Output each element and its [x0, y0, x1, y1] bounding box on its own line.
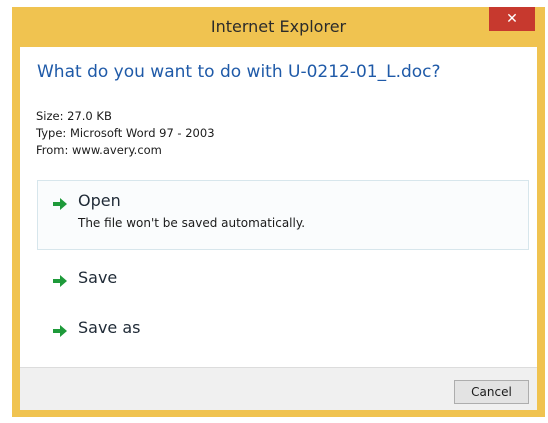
download-question: What do you want to do with U-0212-01_L.… [37, 62, 441, 82]
cancel-button[interactable]: Cancel [454, 380, 529, 404]
file-source: From: www.avery.com [36, 143, 162, 157]
open-option[interactable]: Open The file won't be saved automatical… [37, 180, 529, 250]
save-as-option-label: Save as [78, 318, 141, 337]
file-type: Type: Microsoft Word 97 - 2003 [36, 126, 215, 140]
dialog-footer: Cancel [20, 367, 537, 410]
save-option[interactable]: Save [37, 259, 529, 299]
dialog-body: What do you want to do with U-0212-01_L.… [20, 47, 537, 410]
green-arrow-right-icon [53, 275, 67, 287]
file-info: Size: 27.0 KB Type: Microsoft Word 97 - … [36, 108, 436, 159]
green-arrow-right-icon [53, 325, 67, 337]
title-bar[interactable]: Internet Explorer ✕ [12, 7, 545, 47]
green-arrow-right-icon [53, 198, 67, 210]
window-title: Internet Explorer [210, 17, 347, 36]
close-button[interactable]: ✕ [489, 7, 535, 31]
dialog-window: Internet Explorer ✕ What do you want to … [12, 7, 545, 417]
close-icon: ✕ [506, 11, 518, 27]
save-as-option[interactable]: Save as [37, 309, 529, 349]
open-option-sublabel: The file won't be saved automatically. [78, 216, 306, 230]
open-option-label: Open [78, 191, 121, 210]
save-option-label: Save [78, 268, 118, 287]
file-size: Size: 27.0 KB [36, 109, 112, 123]
